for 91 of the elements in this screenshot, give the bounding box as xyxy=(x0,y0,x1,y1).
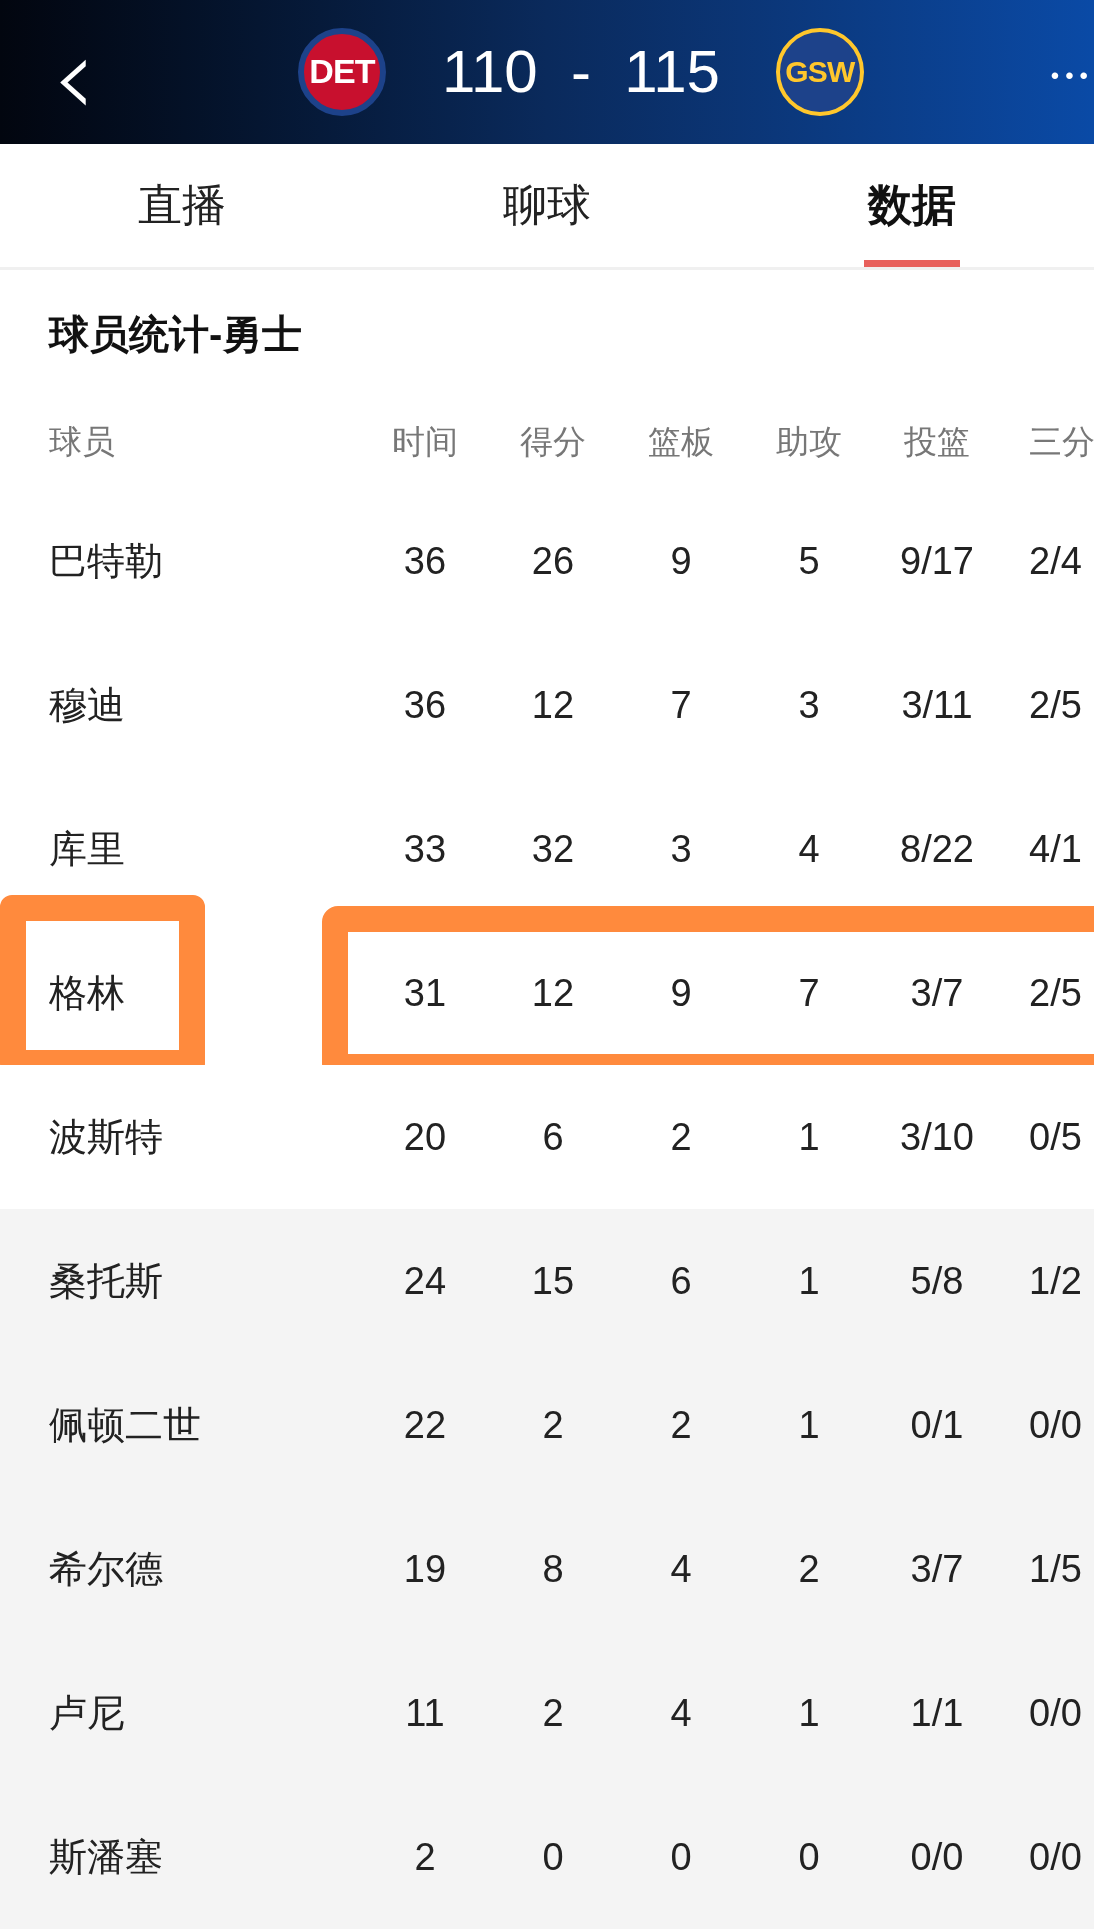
table-cell-text: 26 xyxy=(531,538,575,584)
table-cell-text: 9 xyxy=(670,970,692,1016)
table-cell-text: 15 xyxy=(531,1258,575,1304)
table-cell-text: 0/0 xyxy=(1028,1834,1082,1880)
table-cell-text: 2 xyxy=(542,1690,564,1736)
table-cell-text: 1 xyxy=(798,1114,820,1160)
table-cell-text: 2 xyxy=(670,1402,692,1448)
table-row[interactable]: 桑托斯 24 15 6 1 5/8 1/2 xyxy=(0,1209,1094,1353)
table-cell-text: 0 xyxy=(670,1834,692,1880)
player-name[interactable]: 巴特勒 xyxy=(0,532,361,590)
table-cell-text: 3 xyxy=(670,826,692,872)
column-header: 得分 xyxy=(520,421,586,462)
table-cell-text: 36 xyxy=(403,538,447,584)
table-cell-text: 36 xyxy=(403,682,447,728)
table-cell-text: 2 xyxy=(414,1834,436,1880)
table-cell-text: 0/5 xyxy=(1028,1114,1082,1160)
back-button[interactable]: ‹ xyxy=(52,22,96,132)
table-cell-text: 1/1 xyxy=(910,1690,964,1736)
table-cell-text: 19 xyxy=(403,1546,447,1592)
table-cell-text: 11 xyxy=(405,1690,445,1736)
player-name[interactable]: 波斯特 xyxy=(0,1108,361,1166)
table-cell-text: 2/5 xyxy=(1028,682,1082,728)
player-name[interactable]: 穆迪 xyxy=(0,676,361,734)
player-name[interactable]: 斯潘塞 xyxy=(0,1828,361,1886)
table-cell-text: 1 xyxy=(798,1258,820,1304)
table-cell-text: 2 xyxy=(542,1402,564,1448)
table-cell-text: 5/8 xyxy=(910,1258,964,1304)
tab[interactable]: 数据 xyxy=(729,143,1094,267)
table-cell-text: 3/7 xyxy=(910,1546,964,1592)
column-header: 球员 xyxy=(48,421,116,462)
table-cell-text: 1/2 xyxy=(1028,1258,1082,1304)
table-cell-text: 7 xyxy=(670,682,692,728)
table-cell-text: 12 xyxy=(531,682,575,728)
tab[interactable]: 直播 xyxy=(0,143,365,267)
table-cell-text: 4 xyxy=(670,1690,692,1736)
table-cell-text: 1/5 xyxy=(1028,1546,1082,1592)
column-header: 助攻 xyxy=(776,421,842,462)
player-name[interactable]: 库里 xyxy=(0,820,361,878)
tab[interactable]: 聊球 xyxy=(364,143,730,267)
team-logo[interactable]: DET xyxy=(298,27,386,116)
table-cell-text: 1 xyxy=(798,1690,820,1736)
table-cell-text: 0 xyxy=(798,1834,820,1880)
table-cell-text: 5 xyxy=(798,538,820,584)
table-cell-text: 9 xyxy=(670,538,692,584)
player-name[interactable]: 佩顿二世 xyxy=(0,1396,361,1454)
table-cell-text: 3/7 xyxy=(910,970,964,1016)
table-cell-text: 22 xyxy=(403,1402,447,1448)
column-header: 篮板 xyxy=(648,421,714,462)
table-cell-text: 4 xyxy=(670,1546,692,1592)
table-cell-text: 3/10 xyxy=(900,1114,974,1160)
table-row[interactable]: 斯潘塞 2 0 0 0 0/0 0/0 xyxy=(0,1785,1094,1929)
table-cell-text: 32 xyxy=(531,826,575,872)
table-row[interactable]: 希尔德 19 8 4 2 3/7 1/5 xyxy=(0,1497,1094,1641)
column-header: 三分 xyxy=(1028,421,1094,462)
table-cell-text: 0/0 xyxy=(1028,1690,1082,1736)
column-header: 时间 xyxy=(392,421,458,462)
table-cell-text: 0/1 xyxy=(910,1402,964,1448)
table-cell-text: 6 xyxy=(542,1114,564,1160)
table-cell-text: 4/1 xyxy=(1028,826,1082,872)
table-cell-text: 6 xyxy=(670,1258,692,1304)
table-cell-text: 8/22 xyxy=(900,826,974,872)
player-name[interactable]: 希尔德 xyxy=(0,1540,361,1598)
table-row[interactable]: 卢尼 11 2 4 1 1/1 0/0 xyxy=(0,1641,1094,1785)
table-cell-text: 7 xyxy=(798,970,820,1016)
player-name[interactable]: 卢尼 xyxy=(0,1684,361,1742)
more-button[interactable]: ••• xyxy=(1050,58,1094,94)
table-cell-text: 31 xyxy=(403,970,447,1016)
table-cell-text: 0/0 xyxy=(1028,1402,1082,1448)
table-cell-text: 24 xyxy=(403,1258,447,1304)
table-cell-text: 2/5 xyxy=(1028,970,1082,1016)
table-cell-text: 12 xyxy=(531,970,575,1016)
table-cell-text: 9/17 xyxy=(900,538,974,584)
table-cell-text: 20 xyxy=(403,1114,447,1160)
table-cell-text: 2/4 xyxy=(1028,538,1082,584)
column-header: 投篮 xyxy=(904,421,970,462)
table-cell-text: 0 xyxy=(542,1834,564,1880)
table-row[interactable]: 佩顿二世 22 2 2 1 0/1 0/0 xyxy=(0,1353,1094,1497)
score: 110 - 115 xyxy=(442,36,720,107)
table-cell-text: 8 xyxy=(542,1546,564,1592)
table-cell-text: 3 xyxy=(798,682,820,728)
team-logo[interactable]: GSW xyxy=(775,27,864,116)
player-name[interactable]: 格林 xyxy=(0,964,361,1022)
table-cell-text: 4 xyxy=(798,826,820,872)
table-cell-text: 1 xyxy=(798,1402,820,1448)
table-cell-text: 3/11 xyxy=(901,682,973,728)
table-cell-text: 33 xyxy=(403,826,447,872)
section-title: 球员统计-勇士 xyxy=(49,311,303,359)
table-cell-text: 0/0 xyxy=(910,1834,964,1880)
table-cell-text: 2 xyxy=(670,1114,692,1160)
table-cell-text: 2 xyxy=(798,1546,820,1592)
player-name[interactable]: 桑托斯 xyxy=(0,1252,361,1310)
